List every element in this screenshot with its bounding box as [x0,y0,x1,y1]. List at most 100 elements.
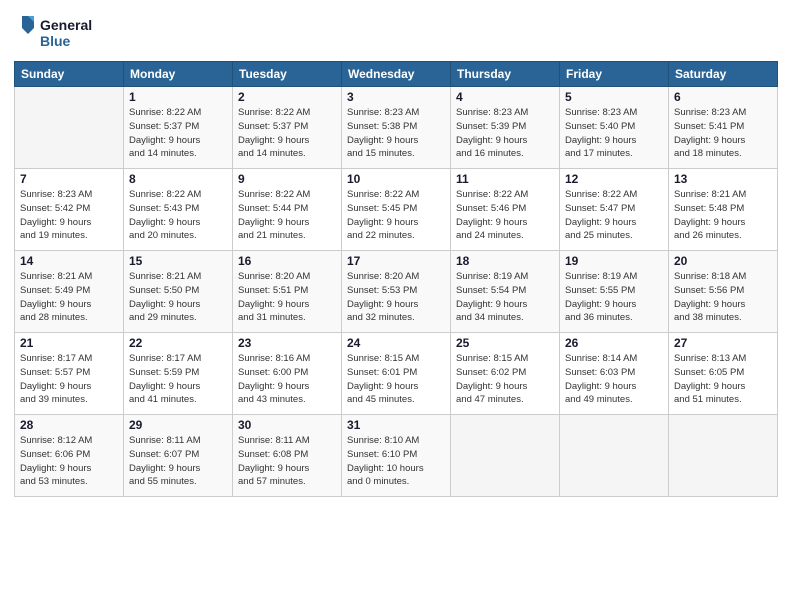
calendar-cell: 12 Sunrise: 8:22 AMSunset: 5:47 PMDayligh… [560,169,669,251]
day-info: Sunrise: 8:22 AMSunset: 5:47 PMDaylight:… [565,188,663,243]
week-row-1: 1 Sunrise: 8:22 AMSunset: 5:37 PMDaylight… [15,87,778,169]
calendar-cell: 13 Sunrise: 8:21 AMSunset: 5:48 PMDayligh… [669,169,778,251]
day-info: Sunrise: 8:11 AMSunset: 6:07 PMDaylight:… [129,434,227,489]
logo: General Blue [14,10,104,55]
calendar-cell: 26 Sunrise: 8:14 AMSunset: 6:03 PMDayligh… [560,333,669,415]
day-info: Sunrise: 8:19 AMSunset: 5:55 PMDaylight:… [565,270,663,325]
day-info: Sunrise: 8:23 AMSunset: 5:42 PMDaylight:… [20,188,118,243]
day-number: 19 [565,254,663,268]
day-info: Sunrise: 8:23 AMSunset: 5:38 PMDaylight:… [347,106,445,161]
calendar-cell: 1 Sunrise: 8:22 AMSunset: 5:37 PMDaylight… [124,87,233,169]
calendar-cell [669,415,778,497]
day-number: 16 [238,254,336,268]
day-number: 15 [129,254,227,268]
day-info: Sunrise: 8:22 AMSunset: 5:37 PMDaylight:… [129,106,227,161]
calendar-cell: 18 Sunrise: 8:19 AMSunset: 5:54 PMDayligh… [451,251,560,333]
day-info: Sunrise: 8:10 AMSunset: 6:10 PMDaylight:… [347,434,445,489]
day-info: Sunrise: 8:22 AMSunset: 5:37 PMDaylight:… [238,106,336,161]
day-info: Sunrise: 8:14 AMSunset: 6:03 PMDaylight:… [565,352,663,407]
calendar-cell: 3 Sunrise: 8:23 AMSunset: 5:38 PMDaylight… [342,87,451,169]
week-row-3: 14 Sunrise: 8:21 AMSunset: 5:49 PMDayligh… [15,251,778,333]
calendar-cell: 27Sunrise: 8:13 AMSunset: 6:05 PMDayligh… [669,333,778,415]
week-row-2: 7 Sunrise: 8:23 AMSunset: 5:42 PMDaylight… [15,169,778,251]
calendar-cell [451,415,560,497]
day-info: Sunrise: 8:19 AMSunset: 5:54 PMDaylight:… [456,270,554,325]
day-info: Sunrise: 8:18 AMSunset: 5:56 PMDaylight:… [674,270,772,325]
day-number: 20 [674,254,772,268]
calendar-cell: 6 Sunrise: 8:23 AMSunset: 5:41 PMDaylight… [669,87,778,169]
day-info: Sunrise: 8:12 AMSunset: 6:06 PMDaylight:… [20,434,118,489]
day-number: 4 [456,90,554,104]
week-row-4: 21Sunrise: 8:17 AMSunset: 5:57 PMDayligh… [15,333,778,415]
day-number: 8 [129,172,227,186]
day-info: Sunrise: 8:21 AMSunset: 5:49 PMDaylight:… [20,270,118,325]
calendar-cell: 17 Sunrise: 8:20 AMSunset: 5:53 PMDayligh… [342,251,451,333]
calendar-table: SundayMondayTuesdayWednesdayThursdayFrid… [14,61,778,497]
calendar-cell: 10Sunrise: 8:22 AMSunset: 5:45 PMDayligh… [342,169,451,251]
calendar-cell: 23 Sunrise: 8:16 AMSunset: 6:00 PMDayligh… [233,333,342,415]
day-number: 23 [238,336,336,350]
day-number: 28 [20,418,118,432]
day-info: Sunrise: 8:23 AMSunset: 5:41 PMDaylight:… [674,106,772,161]
day-number: 17 [347,254,445,268]
day-info: Sunrise: 8:15 AMSunset: 6:01 PMDaylight:… [347,352,445,407]
calendar-header-row: SundayMondayTuesdayWednesdayThursdayFrid… [15,62,778,87]
page-header: General Blue [14,10,778,55]
calendar-cell: 2 Sunrise: 8:22 AMSunset: 5:37 PMDaylight… [233,87,342,169]
calendar-cell: 7 Sunrise: 8:23 AMSunset: 5:42 PMDaylight… [15,169,124,251]
calendar-cell: 16Sunrise: 8:20 AMSunset: 5:51 PMDayligh… [233,251,342,333]
day-info: Sunrise: 8:16 AMSunset: 6:00 PMDaylight:… [238,352,336,407]
calendar-cell: 28 Sunrise: 8:12 AMSunset: 6:06 PMDayligh… [15,415,124,497]
day-info: Sunrise: 8:22 AMSunset: 5:46 PMDaylight:… [456,188,554,243]
header-wednesday: Wednesday [342,62,451,87]
header-monday: Monday [124,62,233,87]
day-info: Sunrise: 8:17 AMSunset: 5:59 PMDaylight:… [129,352,227,407]
calendar-cell: 25Sunrise: 8:15 AMSunset: 6:02 PMDayligh… [451,333,560,415]
header-friday: Friday [560,62,669,87]
day-info: Sunrise: 8:22 AMSunset: 5:45 PMDaylight:… [347,188,445,243]
day-number: 6 [674,90,772,104]
svg-text:Blue: Blue [40,33,71,49]
calendar-cell: 20 Sunrise: 8:18 AMSunset: 5:56 PMDayligh… [669,251,778,333]
day-info: Sunrise: 8:22 AMSunset: 5:43 PMDaylight:… [129,188,227,243]
day-number: 14 [20,254,118,268]
calendar-cell: 14 Sunrise: 8:21 AMSunset: 5:49 PMDayligh… [15,251,124,333]
day-number: 2 [238,90,336,104]
calendar-cell: 31 Sunrise: 8:10 AMSunset: 6:10 PMDayligh… [342,415,451,497]
calendar-cell: 22 Sunrise: 8:17 AMSunset: 5:59 PMDayligh… [124,333,233,415]
header-tuesday: Tuesday [233,62,342,87]
header-saturday: Saturday [669,62,778,87]
calendar-cell: 30 Sunrise: 8:11 AMSunset: 6:08 PMDayligh… [233,415,342,497]
day-number: 31 [347,418,445,432]
day-number: 1 [129,90,227,104]
day-info: Sunrise: 8:11 AMSunset: 6:08 PMDaylight:… [238,434,336,489]
calendar-cell: 9 Sunrise: 8:22 AMSunset: 5:44 PMDaylight… [233,169,342,251]
svg-text:General: General [40,17,92,33]
day-info: Sunrise: 8:22 AMSunset: 5:44 PMDaylight:… [238,188,336,243]
calendar-cell: 8 Sunrise: 8:22 AMSunset: 5:43 PMDaylight… [124,169,233,251]
calendar-cell: 21Sunrise: 8:17 AMSunset: 5:57 PMDayligh… [15,333,124,415]
day-number: 3 [347,90,445,104]
day-number: 11 [456,172,554,186]
day-info: Sunrise: 8:23 AMSunset: 5:39 PMDaylight:… [456,106,554,161]
header-sunday: Sunday [15,62,124,87]
day-number: 13 [674,172,772,186]
day-number: 22 [129,336,227,350]
calendar-cell: 15Sunrise: 8:21 AMSunset: 5:50 PMDayligh… [124,251,233,333]
header-thursday: Thursday [451,62,560,87]
week-row-5: 28 Sunrise: 8:12 AMSunset: 6:06 PMDayligh… [15,415,778,497]
day-number: 7 [20,172,118,186]
day-info: Sunrise: 8:21 AMSunset: 5:48 PMDaylight:… [674,188,772,243]
calendar-cell: 5Sunrise: 8:23 AMSunset: 5:40 PMDaylight… [560,87,669,169]
day-number: 18 [456,254,554,268]
day-number: 12 [565,172,663,186]
day-number: 26 [565,336,663,350]
day-info: Sunrise: 8:13 AMSunset: 6:05 PMDaylight:… [674,352,772,407]
day-number: 5 [565,90,663,104]
calendar-cell: 24 Sunrise: 8:15 AMSunset: 6:01 PMDayligh… [342,333,451,415]
day-number: 9 [238,172,336,186]
day-number: 21 [20,336,118,350]
day-number: 30 [238,418,336,432]
day-number: 24 [347,336,445,350]
day-info: Sunrise: 8:20 AMSunset: 5:53 PMDaylight:… [347,270,445,325]
